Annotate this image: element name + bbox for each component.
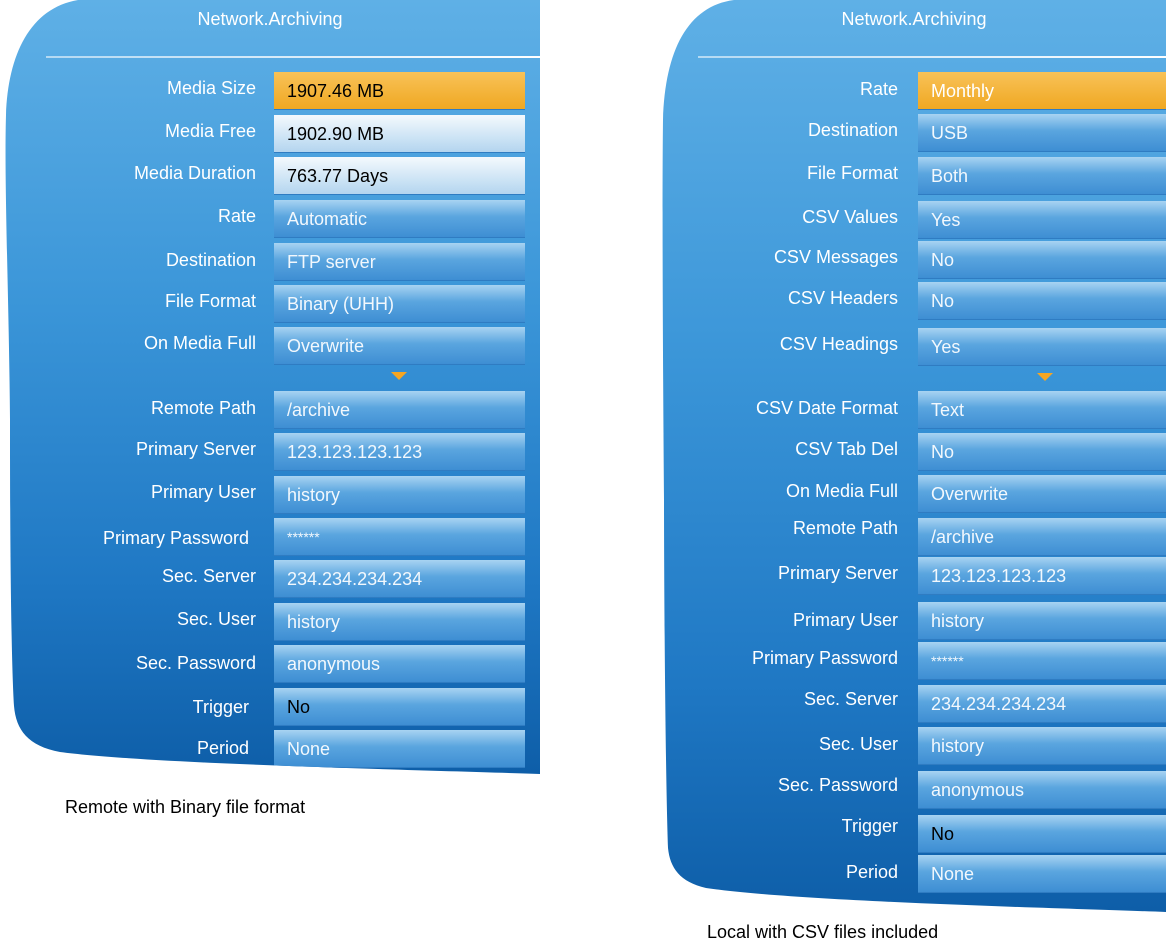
- csv-values-label: CSV Values: [802, 207, 898, 227]
- panel-title: Network.Archiving: [662, 0, 1166, 58]
- csv-headers-label: CSV Headers: [787, 288, 898, 308]
- rate-field[interactable]: Automatic: [274, 200, 525, 238]
- on-media-full-label: On Media Full: [785, 481, 898, 501]
- csv-date-format-field[interactable]: Text: [918, 391, 1166, 429]
- remote-path-label: Remote Path: [792, 518, 898, 538]
- csv-messages-label: CSV Messages: [773, 247, 898, 267]
- sec-server-label: Sec. Server: [803, 689, 898, 709]
- primary-user-label: Primary User: [150, 482, 256, 502]
- csv-values-field[interactable]: Yes: [918, 201, 1166, 239]
- sec-password-label: Sec. Password: [135, 653, 256, 673]
- primary-user-label: Primary User: [792, 610, 898, 630]
- rate-label: Rate: [859, 79, 898, 99]
- trigger-field[interactable]: No: [274, 688, 525, 726]
- trigger-label: Trigger: [192, 697, 249, 717]
- period-field[interactable]: None: [274, 730, 525, 768]
- sec-user-field[interactable]: history: [918, 727, 1166, 765]
- file-format-field[interactable]: Both: [918, 157, 1166, 195]
- primary-password-label: Primary Password: [102, 528, 249, 548]
- csv-date-format-label: CSV Date Format: [755, 398, 898, 418]
- rate-field[interactable]: Monthly: [918, 72, 1166, 110]
- sec-user-field[interactable]: history: [274, 603, 525, 641]
- destination-field[interactable]: USB: [918, 114, 1166, 152]
- csv-headings-label: CSV Headings: [779, 334, 898, 354]
- sec-password-label: Sec. Password: [777, 775, 898, 795]
- remote-path-field[interactable]: /archive: [918, 518, 1166, 556]
- primary-password-field[interactable]: ******: [918, 642, 1166, 680]
- media-free-field[interactable]: 1902.90 MB: [274, 115, 525, 153]
- sec-user-label: Sec. User: [818, 734, 898, 754]
- media-size-field[interactable]: 1907.46 MB: [274, 72, 525, 110]
- panel-title: Network.Archiving: [0, 0, 540, 58]
- csv-headings-field[interactable]: Yes: [918, 328, 1166, 366]
- primary-user-field[interactable]: history: [274, 476, 525, 514]
- primary-server-field[interactable]: 123.123.123.123: [274, 433, 525, 471]
- destination-label: Destination: [165, 250, 256, 270]
- csv-messages-field[interactable]: No: [918, 241, 1166, 279]
- trigger-field[interactable]: No: [918, 815, 1166, 853]
- csv-tab-del-label: CSV Tab Del: [795, 439, 898, 459]
- sec-user-label: Sec. User: [176, 609, 256, 629]
- period-label: Period: [845, 862, 898, 882]
- rate-label: Rate: [217, 206, 256, 226]
- chevron-down-icon[interactable]: [391, 372, 407, 380]
- period-field[interactable]: None: [918, 855, 1166, 893]
- primary-user-field[interactable]: history: [918, 602, 1166, 640]
- sec-server-field[interactable]: 234.234.234.234: [274, 560, 525, 598]
- caption-local: Local with CSV files included: [707, 922, 939, 942]
- media-size-label: Media Size: [166, 78, 256, 98]
- file-format-field[interactable]: Binary (UHH): [274, 285, 525, 323]
- primary-password-field[interactable]: ******: [274, 518, 525, 556]
- media-duration-label: Media Duration: [133, 163, 256, 183]
- primary-server-label: Primary Server: [135, 439, 256, 459]
- primary-server-field[interactable]: 123.123.123.123: [918, 557, 1166, 595]
- network-archiving-panel-local: Network.Archiving Rate Monthly Destinati…: [662, 0, 1166, 912]
- destination-field[interactable]: FTP server: [274, 243, 525, 281]
- sec-password-field[interactable]: anonymous: [274, 645, 525, 683]
- on-media-full-label: On Media Full: [143, 333, 256, 353]
- caption-remote: Remote with Binary file format: [65, 797, 306, 817]
- on-media-full-field[interactable]: Overwrite: [274, 327, 525, 365]
- remote-path-field[interactable]: /archive: [274, 391, 525, 429]
- chevron-down-icon[interactable]: [1037, 373, 1053, 381]
- period-label: Period: [196, 738, 249, 758]
- trigger-label: Trigger: [841, 816, 898, 836]
- sec-password-field[interactable]: anonymous: [918, 771, 1166, 809]
- file-format-label: File Format: [164, 291, 256, 311]
- csv-headers-field[interactable]: No: [918, 282, 1166, 320]
- media-free-label: Media Free: [164, 121, 256, 141]
- primary-server-label: Primary Server: [777, 563, 898, 583]
- remote-path-label: Remote Path: [150, 398, 256, 418]
- sec-server-field[interactable]: 234.234.234.234: [918, 685, 1166, 723]
- destination-label: Destination: [807, 120, 898, 140]
- csv-tab-del-field[interactable]: No: [918, 433, 1166, 471]
- file-format-label: File Format: [806, 163, 898, 183]
- on-media-full-field[interactable]: Overwrite: [918, 475, 1166, 513]
- media-duration-field[interactable]: 763.77 Days: [274, 157, 525, 195]
- sec-server-label: Sec. Server: [161, 566, 256, 586]
- primary-password-label: Primary Password: [751, 648, 898, 668]
- network-archiving-panel-remote: Network.Archiving Media Size 1907.46 MB …: [0, 0, 540, 774]
